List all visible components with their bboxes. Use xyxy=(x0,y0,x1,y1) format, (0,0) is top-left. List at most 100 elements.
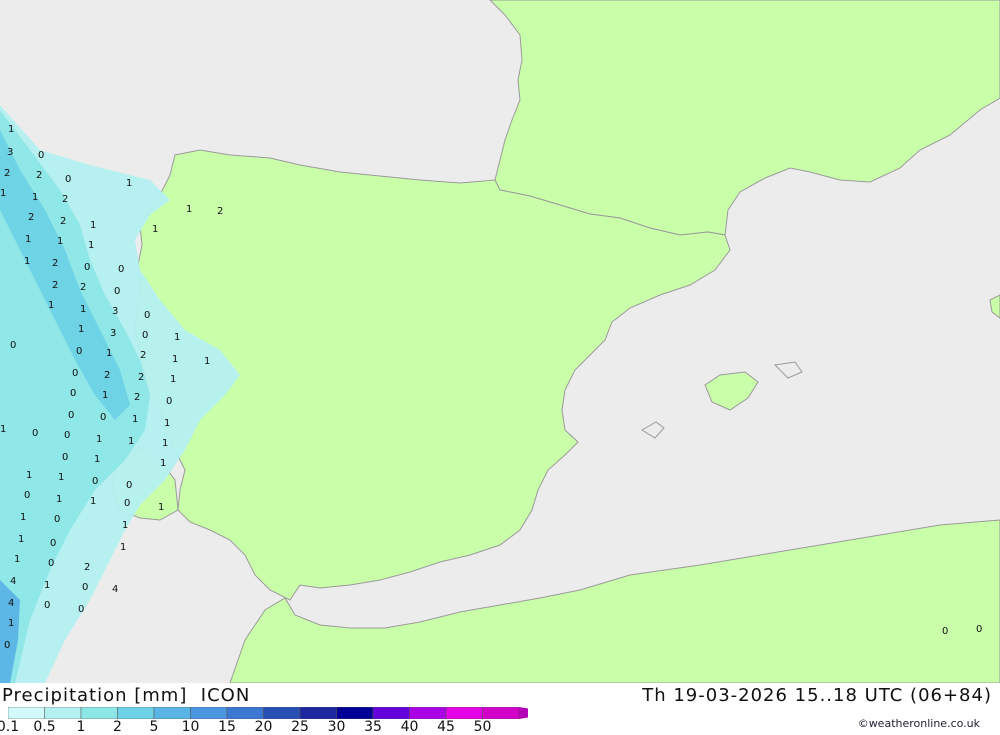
precip-value-label: 2 xyxy=(52,258,58,269)
legend-swatch xyxy=(372,707,410,719)
precip-value-label: 0 xyxy=(92,476,98,487)
precip-value-label: 0 xyxy=(62,452,68,463)
precip-value-label: 3 xyxy=(110,328,116,339)
precip-value-label: 1 xyxy=(18,534,24,545)
precip-value-label: 1 xyxy=(174,332,180,343)
map-footer: Precipitation [mm] ICON Th 19-03-2026 15… xyxy=(0,683,1000,735)
legend-swatch xyxy=(299,707,337,719)
precip-value-label: 2 xyxy=(28,212,34,223)
precip-value-label: 0 xyxy=(942,626,948,637)
legend-swatch xyxy=(263,707,301,719)
precip-value-label: 1 xyxy=(90,220,96,231)
precip-value-label: 2 xyxy=(138,372,144,383)
precip-value-label: 1 xyxy=(25,234,31,245)
precip-value-label: 0 xyxy=(124,498,130,509)
precip-value-label: 1 xyxy=(132,414,138,425)
legend-color-bar xyxy=(8,707,528,719)
precip-value-label: 1 xyxy=(120,542,126,553)
precip-value-label: 0 xyxy=(118,264,124,275)
legend-labels: 0.1 0.5 1 2 5 10 15 20 25 30 35 40 45 50 xyxy=(0,719,540,735)
legend-swatch xyxy=(336,707,374,719)
precip-value-label: 2 xyxy=(36,170,42,181)
precip-value-label: 3 xyxy=(112,306,118,317)
precip-value-label: 1 xyxy=(0,424,6,435)
legend-swatch xyxy=(80,707,118,719)
precip-value-label: 0 xyxy=(144,310,150,321)
legend-swatch xyxy=(409,707,447,719)
precip-value-label: 1 xyxy=(94,454,100,465)
precip-value-label: 1 xyxy=(186,204,192,215)
precip-value-label: 0 xyxy=(114,286,120,297)
precip-value-label: 0 xyxy=(48,558,54,569)
precip-value-label: 1 xyxy=(80,304,86,315)
precip-value-label: 1 xyxy=(44,580,50,591)
precip-value-label: 0 xyxy=(68,410,74,421)
legend-swatch xyxy=(226,707,264,719)
precip-value-label: 1 xyxy=(57,236,63,247)
legend-swatch xyxy=(482,707,520,719)
precip-value-label: 0 xyxy=(32,428,38,439)
precipitation-map: 1 3 0 2 2 0 1 1 2 1 2 2 1 1 2 1 1 1 1 0 1 2 0 0 2 2 1 1 3 0 0 1 3 0 1 0 1 2 1 1… xyxy=(0,0,1000,684)
precip-value-label: 1 xyxy=(162,438,168,449)
precip-value-label: 4 xyxy=(8,598,14,609)
precip-value-label: 0 xyxy=(64,430,70,441)
precip-value-label: 1 xyxy=(96,434,102,445)
precip-value-label: 4 xyxy=(10,576,16,587)
credit-text: ©weatheronline.co.uk xyxy=(857,717,980,730)
precip-value-label: 1 xyxy=(90,496,96,507)
precip-value-label: 0 xyxy=(44,600,50,611)
precip-value-label: 0 xyxy=(38,150,44,161)
precip-value-label: 0 xyxy=(142,330,148,341)
precip-value-label: 1 xyxy=(32,192,38,203)
precip-value-label: 2 xyxy=(84,562,90,573)
precip-value-label: 0 xyxy=(100,412,106,423)
precip-value-label: 1 xyxy=(102,390,108,401)
map-svg: 1 3 0 2 2 0 1 1 2 1 2 2 1 1 2 1 1 1 1 0 1 2 0 0 2 2 1 1 3 0 0 1 3 0 1 0 1 2 1 1… xyxy=(0,0,1000,684)
precip-value-label: 2 xyxy=(80,282,86,293)
precip-value-label: 2 xyxy=(140,350,146,361)
precip-value-label: 0 xyxy=(54,514,60,525)
precip-value-label: 0 xyxy=(65,174,71,185)
legend-swatch xyxy=(153,707,191,719)
precip-value-label: 1 xyxy=(8,618,14,629)
precip-value-label: 2 xyxy=(217,206,223,217)
precip-value-label: 1 xyxy=(48,300,54,311)
precip-value-label: 0 xyxy=(76,346,82,357)
precip-value-label: 1 xyxy=(20,512,26,523)
precip-value-label: 0 xyxy=(82,582,88,593)
precip-value-label: 0 xyxy=(24,490,30,501)
precip-value-label: 1 xyxy=(122,520,128,531)
precip-value-label: 2 xyxy=(60,216,66,227)
precip-value-label: 1 xyxy=(158,502,164,513)
precip-value-label: 1 xyxy=(0,188,6,199)
precip-value-label: 1 xyxy=(170,374,176,385)
precip-value-label: 0 xyxy=(4,640,10,651)
precip-value-label: 1 xyxy=(78,324,84,335)
precip-value-label: 4 xyxy=(112,584,118,595)
precip-value-label: 0 xyxy=(50,538,56,549)
precip-value-label: 2 xyxy=(62,194,68,205)
legend-swatch xyxy=(445,707,483,719)
precip-value-label: 0 xyxy=(10,340,16,351)
legend-swatch xyxy=(117,707,155,719)
legend-swatch xyxy=(8,707,45,719)
precip-value-label: 1 xyxy=(58,472,64,483)
precip-value-label: 1 xyxy=(56,494,62,505)
precip-value-label: 2 xyxy=(104,370,110,381)
precip-value-label: 1 xyxy=(172,354,178,365)
precip-value-label: 1 xyxy=(204,356,210,367)
precip-value-label: 0 xyxy=(126,480,132,491)
precip-value-label: 0 xyxy=(976,624,982,635)
legend-swatch xyxy=(44,707,82,719)
precip-value-label: 1 xyxy=(24,256,30,267)
precip-value-label: 2 xyxy=(52,280,58,291)
precip-value-label: 1 xyxy=(164,418,170,429)
map-datetime: Th 19-03-2026 15..18 UTC (06+84) xyxy=(642,685,992,706)
precip-value-label: 1 xyxy=(26,470,32,481)
legend-swatch xyxy=(190,707,228,719)
precip-value-label: 3 xyxy=(7,147,13,158)
precip-value-label: 0 xyxy=(166,396,172,407)
map-title: Precipitation [mm] ICON xyxy=(2,685,251,706)
precip-value-label: 0 xyxy=(70,388,76,399)
precip-value-label: 1 xyxy=(14,554,20,565)
